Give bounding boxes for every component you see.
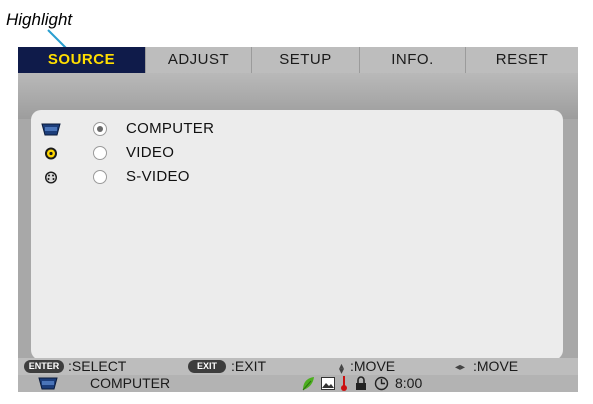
onscreen-menu: SOURCE ADJUST SETUP INFO. RESET COMPUTER… <box>18 47 578 392</box>
source-label-video: VIDEO <box>126 144 175 161</box>
current-source-label: COMPUTER <box>90 375 171 391</box>
lock-icon <box>356 376 366 390</box>
tab-source[interactable]: SOURCE <box>18 47 146 73</box>
status-bar: COMPUTER 8:00 <box>18 375 578 392</box>
move-vertical-hint: :MOVE <box>350 358 396 374</box>
computer-port-icon <box>41 123 61 136</box>
tab-reset[interactable]: RESET <box>466 47 578 73</box>
left-right-arrow-icon: ◂▸ <box>455 362 466 373</box>
off-timer-value: 8:00 <box>395 375 423 391</box>
source-label-s-video: S-VIDEO <box>126 168 190 185</box>
thermometer-icon <box>341 376 347 391</box>
eco-leaf-icon <box>302 377 314 391</box>
source-list-panel: COMPUTER VIDEO S-VIDEO <box>31 110 563 360</box>
s-video-jack-icon <box>45 171 57 184</box>
tab-info[interactable]: INFO. <box>360 47 466 73</box>
menu-tab-bar: SOURCE ADJUST SETUP INFO. RESET <box>18 47 578 73</box>
source-radio-video[interactable] <box>93 146 107 160</box>
highlight-callout: Highlight <box>6 10 73 29</box>
tab-setup[interactable]: SETUP <box>252 47 360 73</box>
enter-key-icon: ENTER <box>24 360 64 373</box>
exit-key-icon: EXIT <box>188 360 226 373</box>
video-jack-icon <box>45 147 57 160</box>
key-guide-bar: ENTER :SELECT EXIT :EXIT ▴ ▾ :MOVE ◂▸ :M… <box>18 358 578 377</box>
computer-port-icon <box>38 377 58 390</box>
select-hint: :SELECT <box>68 358 127 374</box>
move-horizontal-hint: :MOVE <box>473 358 519 374</box>
exit-hint: :EXIT <box>231 358 267 374</box>
timer-icon <box>374 376 389 391</box>
source-radio-computer[interactable] <box>93 122 107 136</box>
source-item-video[interactable]: VIDEO <box>31 143 331 165</box>
source-item-s-video[interactable]: S-VIDEO <box>31 167 331 189</box>
source-label-computer: COMPUTER <box>126 120 215 137</box>
tab-adjust[interactable]: ADJUST <box>146 47 252 73</box>
source-radio-s-video[interactable] <box>93 170 107 184</box>
source-item-computer[interactable]: COMPUTER <box>31 119 331 141</box>
picture-icon <box>321 377 335 390</box>
